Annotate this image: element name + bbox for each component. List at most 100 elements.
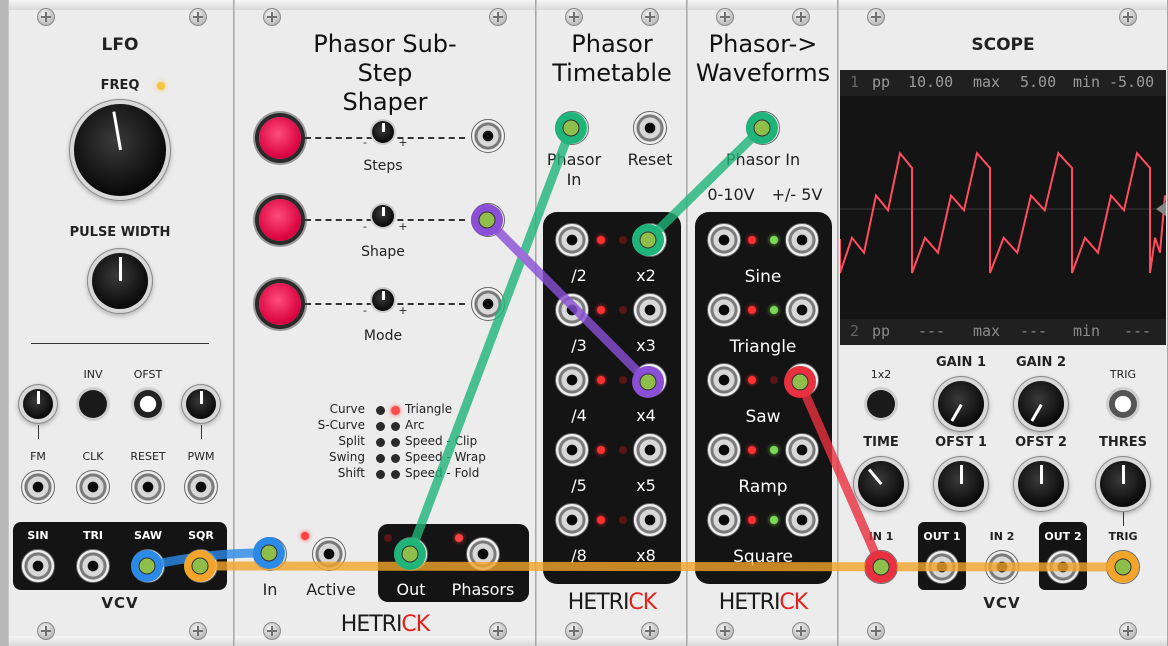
mode-knob[interactable] [372,289,394,311]
divide-output-jack[interactable] [555,223,589,257]
reset-input-jack[interactable] [131,470,165,504]
unipolar-output-jack[interactable] [707,433,741,467]
screw-icon [189,622,207,640]
waveform-label: Square [733,547,793,567]
time-knob[interactable] [858,461,904,507]
out-jack[interactable] [394,537,428,571]
gain2-knob[interactable] [1018,381,1064,427]
divide-output-jack[interactable] [555,503,589,537]
ch1-stats: 1 pp 10.00 max 5.00 min -5.00 [840,70,1166,96]
pulse-width-knob[interactable] [92,253,148,309]
phasor-in-jack[interactable] [555,111,589,145]
clk-input-jack[interactable] [76,470,110,504]
unipolar-output-jack[interactable] [707,223,741,257]
mode-indicator-led [376,470,385,479]
screw-icon [37,8,55,26]
screw-icon [489,8,507,26]
bipolar-output-jack[interactable] [785,223,819,257]
unipolar-output-jack[interactable] [707,503,741,537]
ofst2-knob[interactable] [1018,461,1064,507]
out2-jack[interactable] [1046,550,1080,584]
bipolar-output-jack[interactable] [785,433,819,467]
mode-cv-jack[interactable] [471,287,505,321]
multiply-label: x8 [636,546,656,565]
mode-label: Mode [363,328,403,344]
reset-jack[interactable] [633,111,667,145]
thres-knob[interactable] [1100,461,1146,507]
multiply-label: x4 [636,406,656,425]
shape-cv-jack[interactable] [471,203,505,237]
out-led [384,534,392,542]
range-unipolar-label: 0-10V [707,185,755,204]
vcv-logo: VCV [983,594,1021,612]
reset-label: RESET [130,450,166,463]
in-jack[interactable] [253,537,287,571]
steps-label: Steps [363,158,403,174]
divide-led [597,516,605,524]
gain1-knob[interactable] [938,381,984,427]
hetrick-logo: HETRICK [718,590,808,615]
bipolar-led [770,236,778,244]
multiply-led [619,516,627,524]
steps-cv-jack[interactable] [471,119,505,153]
trig-button[interactable] [1109,390,1137,418]
bipolar-output-jack[interactable] [785,503,819,537]
in2-jack[interactable] [985,550,1019,584]
waveform-label: Sine [744,267,782,287]
divide-output-jack[interactable] [555,433,589,467]
pwm-attenuverter-knob[interactable] [186,389,216,419]
active-jack[interactable] [312,537,346,571]
x2-button[interactable] [867,390,895,418]
freq-label: FREQ [100,78,140,93]
trig-jack[interactable] [1106,550,1140,584]
out1-jack[interactable] [925,550,959,584]
steps-cv-knob[interactable] [259,117,301,159]
sin-output-jack[interactable] [21,549,55,583]
shape-knob[interactable] [372,205,394,227]
multiply-output-jack[interactable] [633,293,667,327]
unipolar-output-jack[interactable] [707,363,741,397]
ch1-pp-value: 10.00 [908,73,954,91]
phasors-jack[interactable] [466,537,500,571]
lfo-module: LFO FREQ PULSE WIDTH INV OFST FM CLK RES… [8,0,234,646]
divide-output-jack[interactable] [555,363,589,397]
divide-label: /8 [571,546,587,565]
connector-line [1123,512,1124,526]
module-title: Phasor Sub-Step Shaper [313,30,457,116]
tri-output-jack[interactable] [76,549,110,583]
shape-label: Shape [361,244,405,260]
inv-button[interactable] [79,390,107,418]
fm-label: FM [30,450,46,463]
steps-knob[interactable] [372,121,394,143]
active-led [301,532,309,540]
pwm-input-jack[interactable] [184,470,218,504]
ofst-button[interactable] [134,390,162,418]
module-title: Phasor Timetable [552,30,672,87]
ofst1-knob[interactable] [938,461,984,507]
out2-label: OUT 2 [1044,530,1082,543]
unipolar-output-jack[interactable] [707,293,741,327]
multiply-output-jack[interactable] [633,433,667,467]
freq-knob[interactable] [74,104,166,196]
divide-output-jack[interactable] [555,293,589,327]
in1-jack[interactable] [864,550,898,584]
waveform-label: Saw [745,407,781,427]
multiply-output-jack[interactable] [633,223,667,257]
mode-cv-knob[interactable] [259,283,301,325]
multiply-output-jack[interactable] [633,363,667,397]
shape-cv-knob[interactable] [259,199,301,241]
screw-icon [792,8,810,26]
bipolar-output-jack[interactable] [785,363,819,397]
bipolar-output-jack[interactable] [785,293,819,327]
mode-indicator-led [391,422,400,431]
bipolar-led [770,376,778,384]
saw-output-jack[interactable] [131,549,165,583]
screw-icon [565,8,583,26]
phasor-in-jack[interactable] [746,111,780,145]
fm-input-jack[interactable] [21,470,55,504]
sqr-output-jack[interactable] [184,549,218,583]
multiply-output-jack[interactable] [633,503,667,537]
mode-indicator-led [376,438,385,447]
multiply-label: x2 [636,266,656,285]
fm-attenuverter-knob[interactable] [23,389,53,419]
